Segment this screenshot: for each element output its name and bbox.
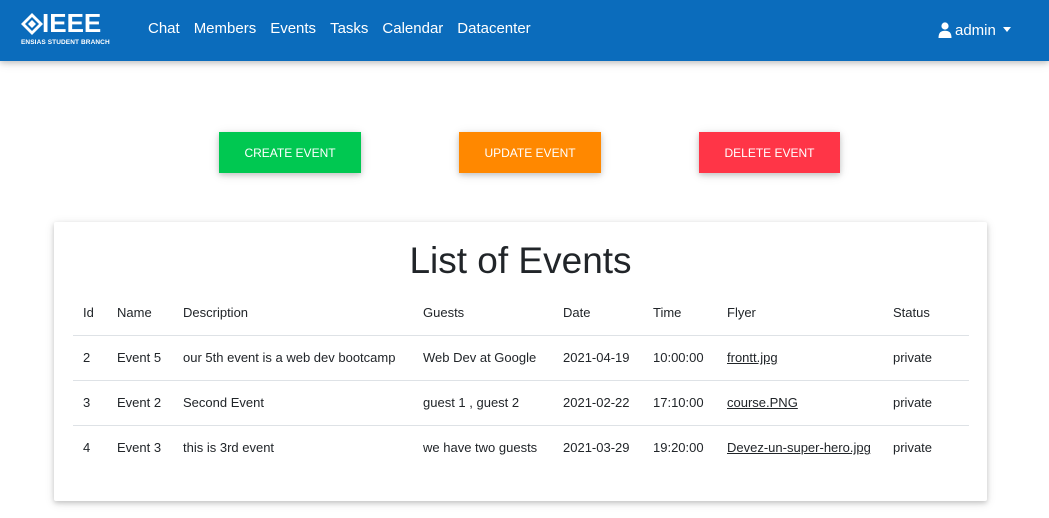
flyer-link[interactable]: frontt.jpg bbox=[727, 350, 778, 365]
cell-status: private bbox=[883, 335, 969, 381]
user-icon bbox=[938, 22, 952, 38]
logo-text: IEEE bbox=[42, 8, 102, 38]
nav-link-calendar[interactable]: Calendar bbox=[375, 19, 450, 41]
cell-status: private bbox=[893, 440, 933, 456]
cell-date: 2021-02-22 bbox=[553, 380, 643, 426]
flyer-link[interactable]: course.PNG bbox=[727, 395, 798, 410]
cell-name: Event 2 bbox=[107, 380, 173, 426]
cell-guests: guest 1 , guest 2 bbox=[413, 380, 553, 426]
column-header-guests: Guests bbox=[413, 290, 553, 336]
cell-name: Event 5 bbox=[107, 335, 173, 381]
table-row: 2 Event 5 our 5th event is a web dev boo… bbox=[73, 335, 969, 381]
cell-flyer: Devez-un-super-hero.jpg bbox=[717, 425, 883, 470]
column-header-flyer: Flyer bbox=[717, 290, 883, 336]
cell-id: 2 bbox=[73, 335, 107, 381]
cell-time: 10:00:00 bbox=[643, 335, 717, 381]
column-header-status: Status bbox=[883, 290, 969, 336]
table-row: 3 Event 2 Second Event guest 1 , guest 2… bbox=[73, 380, 969, 426]
cell-guests: we have two guests bbox=[423, 440, 538, 456]
column-header-time: Time bbox=[643, 290, 717, 336]
cell-id: 4 bbox=[83, 440, 91, 456]
cell-flyer: frontt.jpg bbox=[717, 335, 883, 381]
cell-date: 2021-03-29 bbox=[563, 440, 630, 456]
top-navbar: IEEE ENSIAS STUDENT BRANCH Chat Members … bbox=[0, 0, 1049, 61]
nav-links: Chat Members Events Tasks Calendar Datac… bbox=[141, 19, 538, 41]
nav-link-chat[interactable]: Chat bbox=[141, 19, 187, 41]
column-header-id: Id bbox=[73, 290, 107, 336]
flyer-link[interactable]: Devez-un-super-hero.jpg bbox=[727, 440, 871, 455]
user-dropdown[interactable]: admin bbox=[938, 19, 1011, 41]
events-card: List of Events Id Name Description Guest… bbox=[54, 222, 987, 501]
cell-time: 19:20:00 bbox=[653, 440, 704, 456]
table-row: 4 Event 3 this is 3rd event we have two … bbox=[73, 425, 969, 470]
user-name: admin bbox=[955, 21, 996, 39]
cell-status: private bbox=[883, 380, 969, 426]
column-header-description: Description bbox=[173, 290, 413, 336]
cell-id: 3 bbox=[73, 380, 107, 426]
cell-name: Event 3 bbox=[117, 440, 162, 456]
delete-event-button[interactable]: DELETE EVENT bbox=[699, 132, 840, 173]
caret-down-icon bbox=[1002, 26, 1011, 32]
ieee-logo[interactable]: IEEE ENSIAS STUDENT BRANCH bbox=[20, 8, 110, 48]
create-event-button[interactable]: CREATE EVENT bbox=[219, 132, 361, 173]
cell-description: our 5th event is a web dev bootcamp bbox=[173, 335, 413, 381]
events-card-title: List of Events bbox=[409, 240, 632, 281]
cell-flyer: course.PNG bbox=[717, 380, 883, 426]
nav-link-tasks[interactable]: Tasks bbox=[323, 19, 375, 41]
nav-link-events[interactable]: Events bbox=[263, 19, 323, 41]
events-table: Id Name Description Guests Date Time Fly… bbox=[73, 290, 969, 470]
table-header-row: Id Name Description Guests Date Time Fly… bbox=[73, 290, 969, 336]
column-header-name: Name bbox=[107, 290, 173, 336]
logo-subtext: ENSIAS STUDENT BRANCH bbox=[21, 39, 110, 46]
nav-link-datacenter[interactable]: Datacenter bbox=[450, 19, 537, 41]
cell-date: 2021-04-19 bbox=[553, 335, 643, 381]
cell-time: 17:10:00 bbox=[643, 380, 717, 426]
column-header-date: Date bbox=[553, 290, 643, 336]
cell-guests: Web Dev at Google bbox=[413, 335, 553, 381]
diamond-logo-icon bbox=[21, 13, 43, 35]
cell-description: this is 3rd event bbox=[183, 440, 275, 456]
nav-link-members[interactable]: Members bbox=[187, 19, 264, 41]
update-event-button[interactable]: UPDATE EVENT bbox=[459, 132, 601, 173]
cell-description: Second Event bbox=[173, 380, 413, 426]
